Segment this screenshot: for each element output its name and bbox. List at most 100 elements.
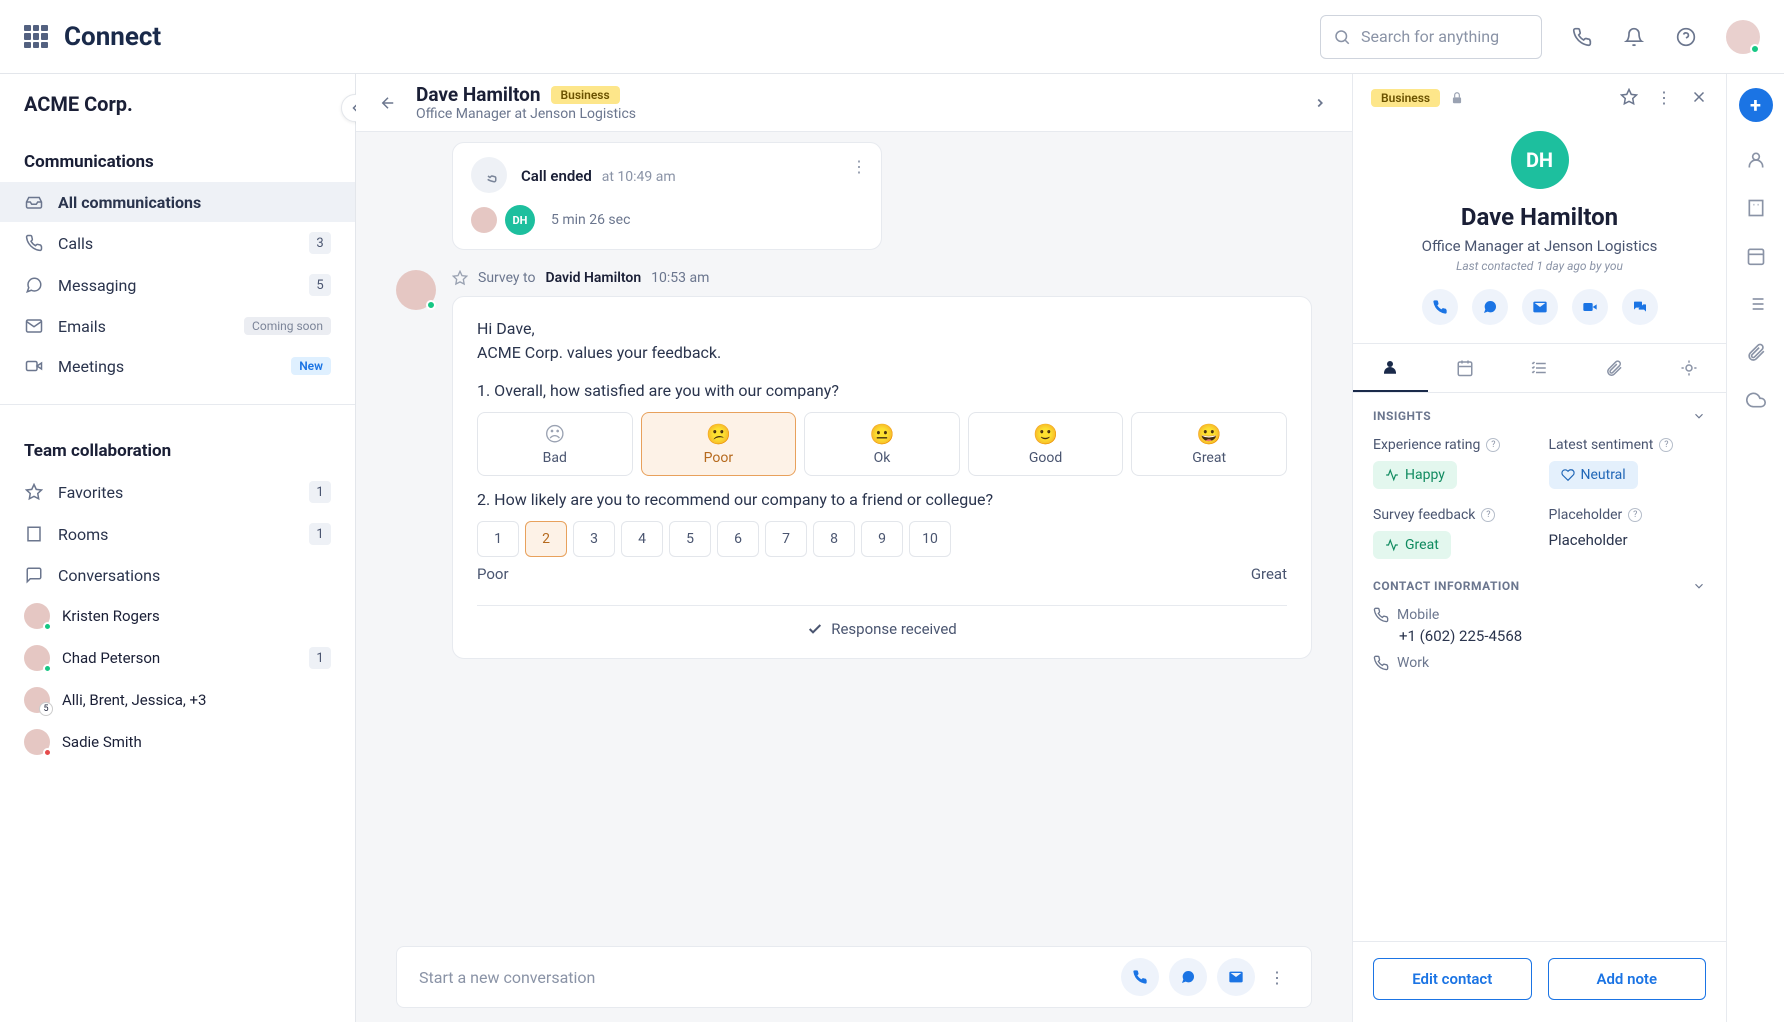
action-message-button[interactable] (1472, 289, 1508, 325)
chevron-down-icon[interactable] (1692, 409, 1706, 423)
star-icon[interactable] (1620, 88, 1638, 107)
dialer-icon[interactable] (1570, 25, 1594, 49)
edit-contact-button[interactable]: Edit contact (1373, 958, 1532, 1000)
nps-option[interactable]: 5 (669, 521, 711, 557)
nav-emails[interactable]: Emails Coming soon (0, 306, 355, 346)
tab-tasks[interactable] (1502, 344, 1577, 392)
chevron-down-icon[interactable] (1692, 579, 1706, 593)
nps-option[interactable]: 4 (621, 521, 663, 557)
nps-option[interactable]: 1 (477, 521, 519, 557)
nav-rooms[interactable]: Rooms 1 (0, 513, 355, 555)
close-icon[interactable] (1690, 88, 1708, 107)
nav-all-communications[interactable]: All communications (0, 182, 355, 222)
tab-profile[interactable] (1353, 344, 1428, 392)
rating-label: Ok (874, 450, 891, 466)
nav-meetings[interactable]: Meetings New (0, 346, 355, 386)
insight-label: Placeholder (1549, 507, 1623, 523)
rating-option[interactable]: ☹Bad (477, 412, 633, 476)
conversation-area: Dave Hamilton Business Office Manager at… (356, 74, 1352, 1022)
rating-option[interactable]: 😀Great (1131, 412, 1287, 476)
apps-menu-icon[interactable] (24, 25, 48, 49)
search-icon (1333, 28, 1351, 46)
forward-button[interactable] (1306, 89, 1334, 117)
search-input[interactable] (1361, 27, 1529, 46)
action-video-button[interactable] (1572, 289, 1608, 325)
insight-pill: Happy (1373, 461, 1457, 489)
rail-cloud-icon[interactable] (1746, 390, 1766, 410)
card-menu-icon[interactable]: ⋮ (851, 157, 867, 176)
help-icon[interactable] (1674, 25, 1698, 49)
conversation-item[interactable]: 5Alli, Brent, Jessica, +3 (0, 679, 355, 721)
more-icon[interactable]: ⋮ (1656, 88, 1672, 107)
nav-favorites[interactable]: Favorites 1 (0, 471, 355, 513)
lock-icon (1450, 91, 1464, 105)
back-button[interactable] (374, 89, 402, 117)
nav-item-label: Rooms (58, 525, 295, 544)
nav-messaging[interactable]: Messaging 5 (0, 264, 355, 306)
nps-option[interactable]: 9 (861, 521, 903, 557)
star-outline-icon[interactable] (452, 270, 468, 286)
conversation-item[interactable]: Kristen Rogers (0, 595, 355, 637)
nps-option[interactable]: 10 (909, 521, 951, 557)
contact-name: Dave Hamilton (416, 83, 541, 106)
nps-option[interactable]: 2 (525, 521, 567, 557)
section-communications: Communications (0, 134, 355, 182)
tab-insights[interactable] (1651, 344, 1726, 392)
add-note-button[interactable]: Add note (1548, 958, 1707, 1000)
phone-hangup-icon (471, 157, 507, 193)
nav-item-label: Calls (58, 234, 295, 253)
nav-conversations[interactable]: Conversations (0, 555, 355, 595)
count-badge: 1 (309, 481, 331, 503)
compose-more-icon[interactable]: ⋮ (1265, 965, 1289, 989)
nps-high-label: Great (1251, 565, 1287, 583)
nps-option[interactable]: 6 (717, 521, 759, 557)
call-duration: 5 min 26 sec (551, 212, 630, 228)
rail-building-icon[interactable] (1746, 198, 1766, 218)
action-call-button[interactable] (1422, 289, 1458, 325)
rail-attachment-icon[interactable] (1746, 342, 1766, 362)
face-icon: 🙂 (1033, 422, 1058, 446)
rail-calendar-icon[interactable] (1746, 246, 1766, 266)
rail-tasks-icon[interactable] (1746, 294, 1766, 314)
add-button[interactable]: + (1739, 88, 1773, 122)
insight-pill: Great (1373, 531, 1451, 559)
compose-input[interactable] (419, 968, 1111, 987)
help-hint-icon[interactable]: ? (1659, 438, 1673, 452)
compose-message-button[interactable] (1169, 958, 1207, 996)
compose-call-button[interactable] (1121, 958, 1159, 996)
conversation-name: Alli, Brent, Jessica, +3 (62, 691, 331, 709)
action-chat-button[interactable] (1622, 289, 1658, 325)
conversation-item[interactable]: Sadie Smith (0, 721, 355, 763)
action-email-button[interactable] (1522, 289, 1558, 325)
survey-recipient: David Hamilton (545, 270, 641, 286)
video-icon (24, 356, 44, 376)
rail-profile-icon[interactable] (1746, 150, 1766, 170)
contact-subtitle: Office Manager at Jenson Logistics (416, 106, 636, 122)
nav-item-label: Meetings (58, 357, 277, 376)
nps-option[interactable]: 8 (813, 521, 855, 557)
count-badge: 1 (309, 647, 331, 669)
nav-calls[interactable]: Calls 3 (0, 222, 355, 264)
conversation-name: Kristen Rogers (62, 607, 331, 625)
compose-email-button[interactable] (1217, 958, 1255, 996)
help-hint-icon[interactable]: ? (1628, 508, 1642, 522)
help-hint-icon[interactable]: ? (1486, 438, 1500, 452)
person-avatar (24, 729, 50, 755)
conversation-name: Sadie Smith (62, 733, 331, 751)
rating-option[interactable]: 😕Poor (641, 412, 797, 476)
survey-q2: 2. How likely are you to recommend our c… (477, 490, 1287, 509)
help-hint-icon[interactable]: ? (1481, 508, 1495, 522)
global-search[interactable] (1320, 15, 1542, 59)
user-avatar[interactable] (1726, 20, 1760, 54)
tab-calendar[interactable] (1428, 344, 1503, 392)
business-tag: Business (551, 86, 620, 104)
tab-attachments[interactable] (1577, 344, 1652, 392)
coming-soon-badge: Coming soon (244, 317, 331, 335)
nps-option[interactable]: 7 (765, 521, 807, 557)
conversation-item[interactable]: Chad Peterson1 (0, 637, 355, 679)
rating-option[interactable]: 😐Ok (804, 412, 960, 476)
rating-option[interactable]: 🙂Good (968, 412, 1124, 476)
new-badge: New (291, 357, 331, 375)
nps-option[interactable]: 3 (573, 521, 615, 557)
notifications-icon[interactable] (1622, 25, 1646, 49)
